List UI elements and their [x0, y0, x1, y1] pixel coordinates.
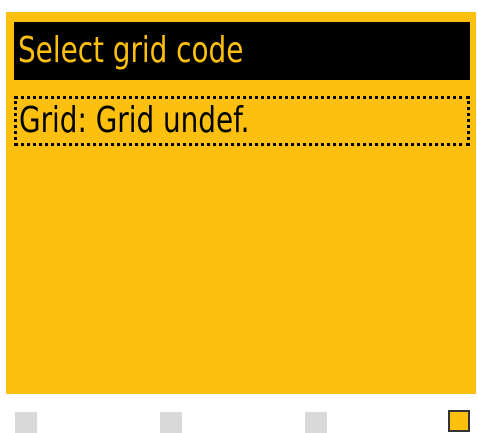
display-screen: Select grid code Grid: Grid undef. [6, 12, 476, 394]
screen-title: Select grid code [18, 30, 244, 71]
softkey-2[interactable] [160, 412, 182, 433]
menu-item-grid-label: Grid: Grid undef. [19, 100, 250, 141]
softkey-4[interactable] [448, 410, 470, 432]
screen-title-bar: Select grid code [14, 22, 470, 80]
softkey-1[interactable] [15, 412, 37, 433]
softkey-3[interactable] [305, 412, 327, 433]
menu-item-grid[interactable]: Grid: Grid undef. [14, 96, 470, 146]
